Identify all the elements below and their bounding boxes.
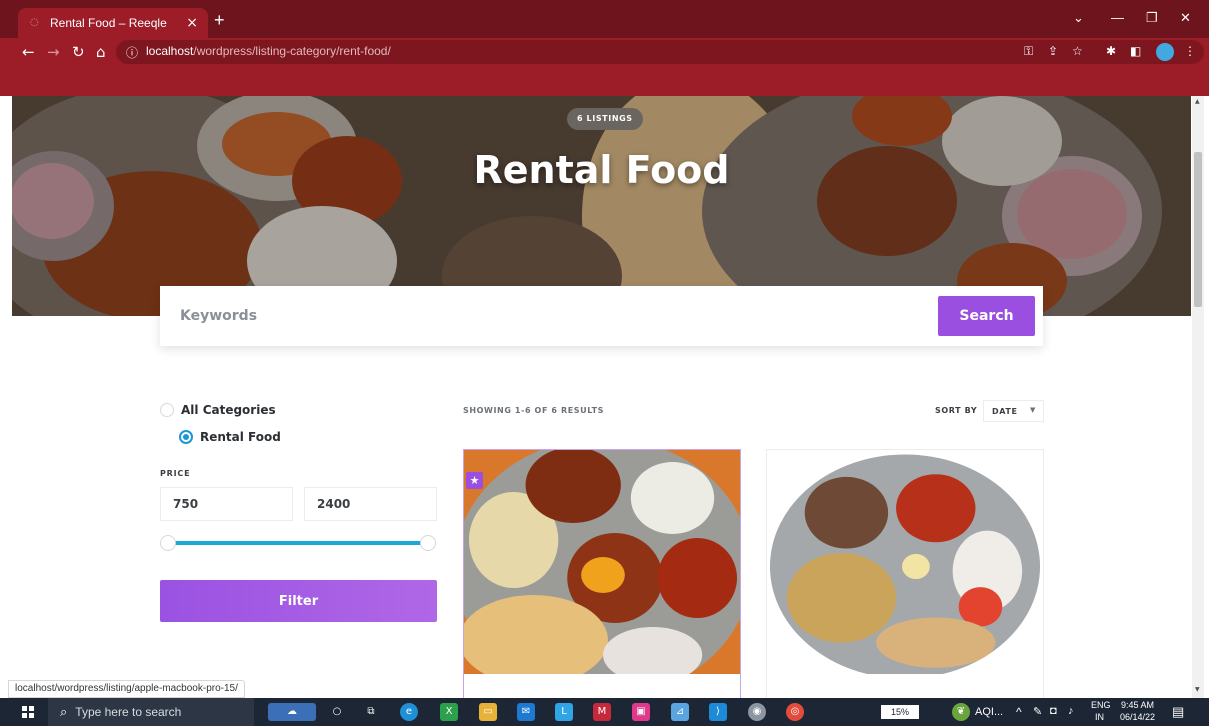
bookmark-star-icon[interactable]: ☆ bbox=[1072, 44, 1083, 58]
cortana-icon[interactable]: ○ bbox=[328, 703, 346, 721]
listing-thali-photo[interactable] bbox=[464, 450, 740, 674]
results-count: SHOWING 1-6 OF 6 RESULTS bbox=[463, 406, 605, 415]
scrollbar-thumb[interactable] bbox=[1194, 152, 1202, 307]
browser-tab-bar: ◌ Rental Food – Reeqle × + ⌄ — ❐ ✕ bbox=[0, 0, 1209, 38]
weather-leaf-icon[interactable]: ❦ bbox=[952, 703, 970, 721]
featured-star-icon: ★ bbox=[466, 472, 483, 489]
edge-browser-icon[interactable]: e bbox=[400, 703, 418, 721]
window-close-icon[interactable]: ✕ bbox=[1180, 10, 1191, 26]
category-label: Rental Food bbox=[200, 430, 281, 444]
sort-label: SORT BY bbox=[935, 406, 978, 415]
scroll-up-arrow-icon[interactable]: ▲ bbox=[1195, 98, 1200, 105]
password-key-icon[interactable]: ⚿ bbox=[1024, 44, 1033, 59]
aqi-weather-text[interactable]: AQI... bbox=[975, 706, 1003, 718]
address-bar[interactable]: ⓘ localhost/wordpress/listing-category/r… bbox=[116, 40, 1204, 64]
notification-center-icon[interactable]: ▤ bbox=[1172, 704, 1184, 720]
listing-biryani-platter-photo[interactable] bbox=[767, 450, 1043, 674]
listings-count-badge: 6 LISTINGS bbox=[567, 108, 643, 130]
price-label: PRICE bbox=[160, 469, 191, 478]
mail-icon[interactable]: ✉ bbox=[517, 703, 535, 721]
clock-time[interactable]: 9:45 AM bbox=[1121, 700, 1154, 710]
page-title: Rental Food bbox=[473, 148, 730, 192]
network-icon[interactable]: ◘ bbox=[1050, 705, 1057, 717]
share-icon[interactable]: ⇪ bbox=[1048, 44, 1058, 58]
hero-banner: 6 LISTINGS Rental Food bbox=[12, 96, 1191, 316]
new-tab-plus-icon[interactable]: + bbox=[214, 10, 225, 31]
price-range-track[interactable] bbox=[167, 541, 428, 545]
filter-button[interactable]: Filter bbox=[160, 580, 437, 622]
url-host: localhost bbox=[146, 44, 194, 58]
browser-menu-icon[interactable]: ⋮ bbox=[1184, 44, 1196, 58]
radio-checked[interactable] bbox=[179, 430, 193, 444]
page-scrollbar[interactable]: ▲ ▼ bbox=[1192, 96, 1204, 698]
security-app-icon[interactable]: ◉ bbox=[748, 703, 766, 721]
python-icon[interactable]: ⊿ bbox=[671, 703, 689, 721]
battery-meter[interactable]: 15% bbox=[881, 705, 919, 719]
news-widget-icon[interactable]: ☁ bbox=[268, 703, 316, 721]
xbox-icon[interactable]: X bbox=[440, 703, 458, 721]
search-button[interactable]: Search bbox=[938, 296, 1035, 336]
price-min-handle[interactable] bbox=[160, 535, 176, 551]
listing-card[interactable]: ★ bbox=[463, 449, 741, 699]
vscode-icon[interactable]: ⟩ bbox=[709, 703, 727, 721]
category-rental-food[interactable]: Rental Food bbox=[179, 430, 281, 444]
sort-value: DATE bbox=[992, 406, 1018, 416]
tab-search-chevron-icon[interactable]: ⌄ bbox=[1073, 10, 1084, 26]
sort-select[interactable]: DATE ▼ bbox=[983, 400, 1044, 422]
side-panel-icon[interactable]: ◧ bbox=[1130, 44, 1141, 58]
category-label: All Categories bbox=[181, 403, 276, 417]
site-info-icon[interactable]: ⓘ bbox=[126, 44, 138, 61]
chevron-down-icon: ▼ bbox=[1030, 406, 1036, 414]
file-explorer-icon[interactable]: ▭ bbox=[479, 703, 497, 721]
home-icon[interactable]: ⌂ bbox=[96, 43, 106, 61]
status-bar-url: localhost/wordpress/listing/apple-macboo… bbox=[8, 680, 245, 698]
profile-avatar[interactable] bbox=[1156, 43, 1174, 61]
browser-toolbar: ← → ↻ ⌂ ⓘ localhost/wordpress/listing-ca… bbox=[0, 38, 1209, 96]
scroll-down-arrow-icon[interactable]: ▼ bbox=[1195, 686, 1200, 693]
url-path: /wordpress/listing-category/rent-food/ bbox=[193, 44, 391, 58]
price-max-input[interactable] bbox=[304, 487, 437, 521]
tray-pen-icon[interactable]: ✎ bbox=[1033, 705, 1042, 718]
tab-close-icon[interactable]: × bbox=[186, 15, 198, 31]
language-region[interactable]: IN bbox=[1095, 712, 1104, 722]
keyword-search-box: Search bbox=[160, 286, 1043, 346]
tab-title: Rental Food – Reeqle bbox=[50, 16, 167, 30]
clock-date[interactable]: 06/14/22 bbox=[1120, 712, 1155, 722]
minimize-icon[interactable]: — bbox=[1111, 10, 1124, 25]
task-view-icon[interactable]: ⧉ bbox=[362, 703, 380, 721]
language-code[interactable]: ENG bbox=[1091, 700, 1111, 710]
address-url[interactable]: localhost/wordpress/listing-category/ren… bbox=[146, 44, 391, 58]
launcher-l-icon[interactable]: L bbox=[555, 703, 573, 721]
windows-taskbar: ⌕ Type here to search ☁ ○ ⧉ e X ▭ ✉ L M … bbox=[0, 698, 1209, 726]
mcafee-shield-icon[interactable]: M bbox=[593, 703, 611, 721]
radio-unchecked[interactable] bbox=[160, 403, 174, 417]
back-arrow-icon[interactable]: ← bbox=[22, 43, 35, 61]
jetbrains-ide-icon[interactable]: ▣ bbox=[632, 703, 650, 721]
listing-card[interactable] bbox=[766, 449, 1044, 699]
tray-chevron-up-icon[interactable]: ^ bbox=[1016, 705, 1022, 719]
taskbar-search-placeholder: Type here to search bbox=[75, 705, 182, 719]
volume-icon[interactable]: ♪ bbox=[1068, 705, 1074, 717]
extensions-puzzle-icon[interactable]: ✱ bbox=[1106, 44, 1116, 58]
keywords-input[interactable] bbox=[160, 286, 930, 346]
category-all-categories[interactable]: All Categories bbox=[160, 403, 276, 417]
maximize-icon[interactable]: ❐ bbox=[1146, 10, 1158, 26]
forward-arrow-icon[interactable]: → bbox=[47, 43, 60, 61]
taskbar-search-box[interactable]: ⌕ Type here to search bbox=[48, 698, 254, 726]
reload-icon[interactable]: ↻ bbox=[72, 43, 85, 61]
price-min-input[interactable] bbox=[160, 487, 293, 521]
price-max-handle[interactable] bbox=[420, 535, 436, 551]
browser-tab[interactable]: ◌ Rental Food – Reeqle × bbox=[18, 8, 208, 38]
tab-favicon-icon: ◌ bbox=[30, 17, 39, 28]
windows-start-icon[interactable] bbox=[22, 706, 34, 718]
search-icon: ⌕ bbox=[60, 704, 68, 720]
chrome-browser-icon[interactable]: ◎ bbox=[786, 703, 804, 721]
